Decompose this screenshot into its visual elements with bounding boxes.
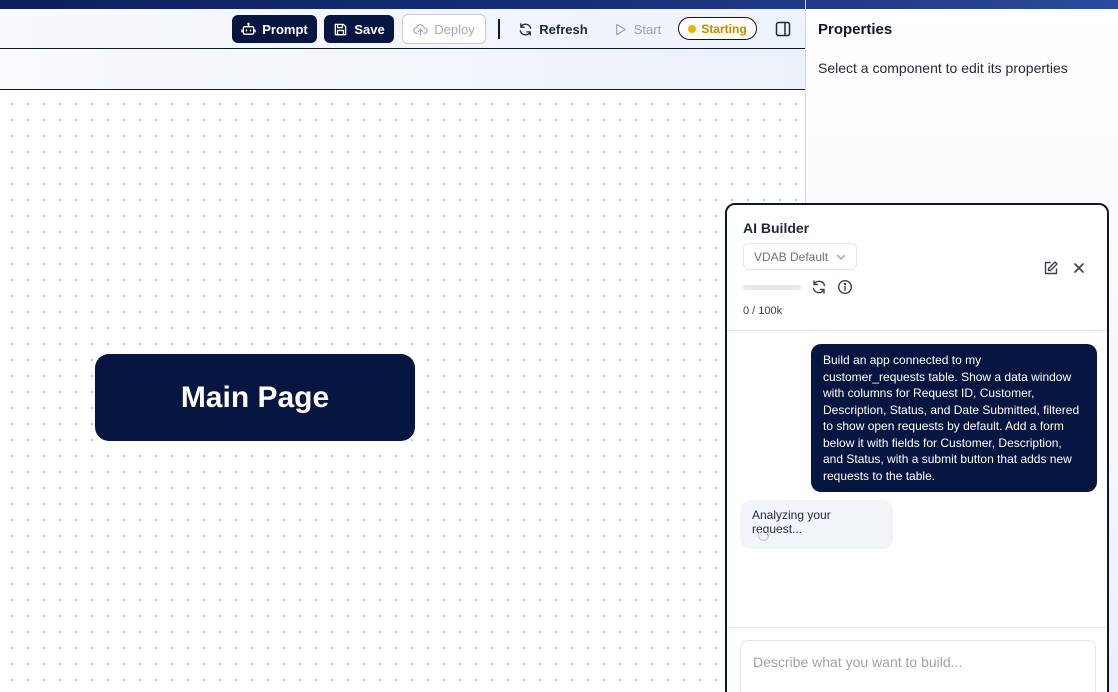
save-button[interactable]: Save xyxy=(324,15,394,43)
editor-toolbar: Prompt Save Deploy Refresh Start Startin… xyxy=(0,9,806,49)
token-usage-bar xyxy=(743,285,801,290)
deploy-button[interactable]: Deploy xyxy=(402,14,486,44)
ai-builder-panel: AI Builder VDAB Default 0 / 100k Build a… xyxy=(725,203,1109,692)
chevron-down-icon xyxy=(836,254,846,260)
robot-icon xyxy=(241,22,256,35)
prompt-button-label: Prompt xyxy=(262,21,308,37)
page-node-main[interactable]: Main Page xyxy=(95,354,415,441)
edit-icon[interactable] xyxy=(1043,260,1059,276)
play-icon xyxy=(615,23,626,35)
loading-spinner-icon xyxy=(758,530,769,541)
page-node-label: Main Page xyxy=(180,380,330,414)
refresh-icon xyxy=(519,22,532,36)
ai-builder-title: AI Builder xyxy=(743,220,810,236)
info-icon[interactable] xyxy=(837,279,853,295)
runtime-status-badge: Starting xyxy=(678,17,757,40)
close-icon[interactable] xyxy=(1071,260,1087,276)
model-select[interactable]: VDAB Default xyxy=(743,243,857,270)
editor-subbar xyxy=(0,49,806,90)
start-button-label: Start xyxy=(633,21,662,37)
refresh-button[interactable]: Refresh xyxy=(516,15,590,43)
refresh-button-label: Refresh xyxy=(539,21,588,37)
start-button[interactable]: Start xyxy=(608,15,666,43)
top-accent-bar xyxy=(0,0,1118,9)
prompt-button[interactable]: Prompt xyxy=(232,15,317,43)
save-icon xyxy=(335,23,347,35)
sync-icon[interactable] xyxy=(811,279,827,295)
panel-toggle-icon[interactable] xyxy=(774,20,792,38)
prompt-input[interactable] xyxy=(740,640,1096,692)
deploy-button-label: Deploy xyxy=(434,21,475,37)
model-select-value: VDAB Default xyxy=(754,249,829,264)
status-dot-icon xyxy=(688,24,697,33)
token-usage-label: 0 / 100k xyxy=(743,305,783,317)
properties-hint: Select a component to edit its propertie… xyxy=(818,60,1068,76)
ai-footer-divider xyxy=(727,627,1107,628)
toolbar-separator xyxy=(498,19,500,39)
assistant-message: Analyzing your request... xyxy=(740,500,893,549)
save-button-label: Save xyxy=(354,21,385,37)
user-message: Build an app connected to my customer_re… xyxy=(811,344,1097,492)
properties-title: Properties xyxy=(818,21,893,38)
runtime-status-label: Starting xyxy=(701,21,747,36)
ai-header-divider xyxy=(727,330,1107,331)
cloud-upload-icon xyxy=(413,23,428,36)
